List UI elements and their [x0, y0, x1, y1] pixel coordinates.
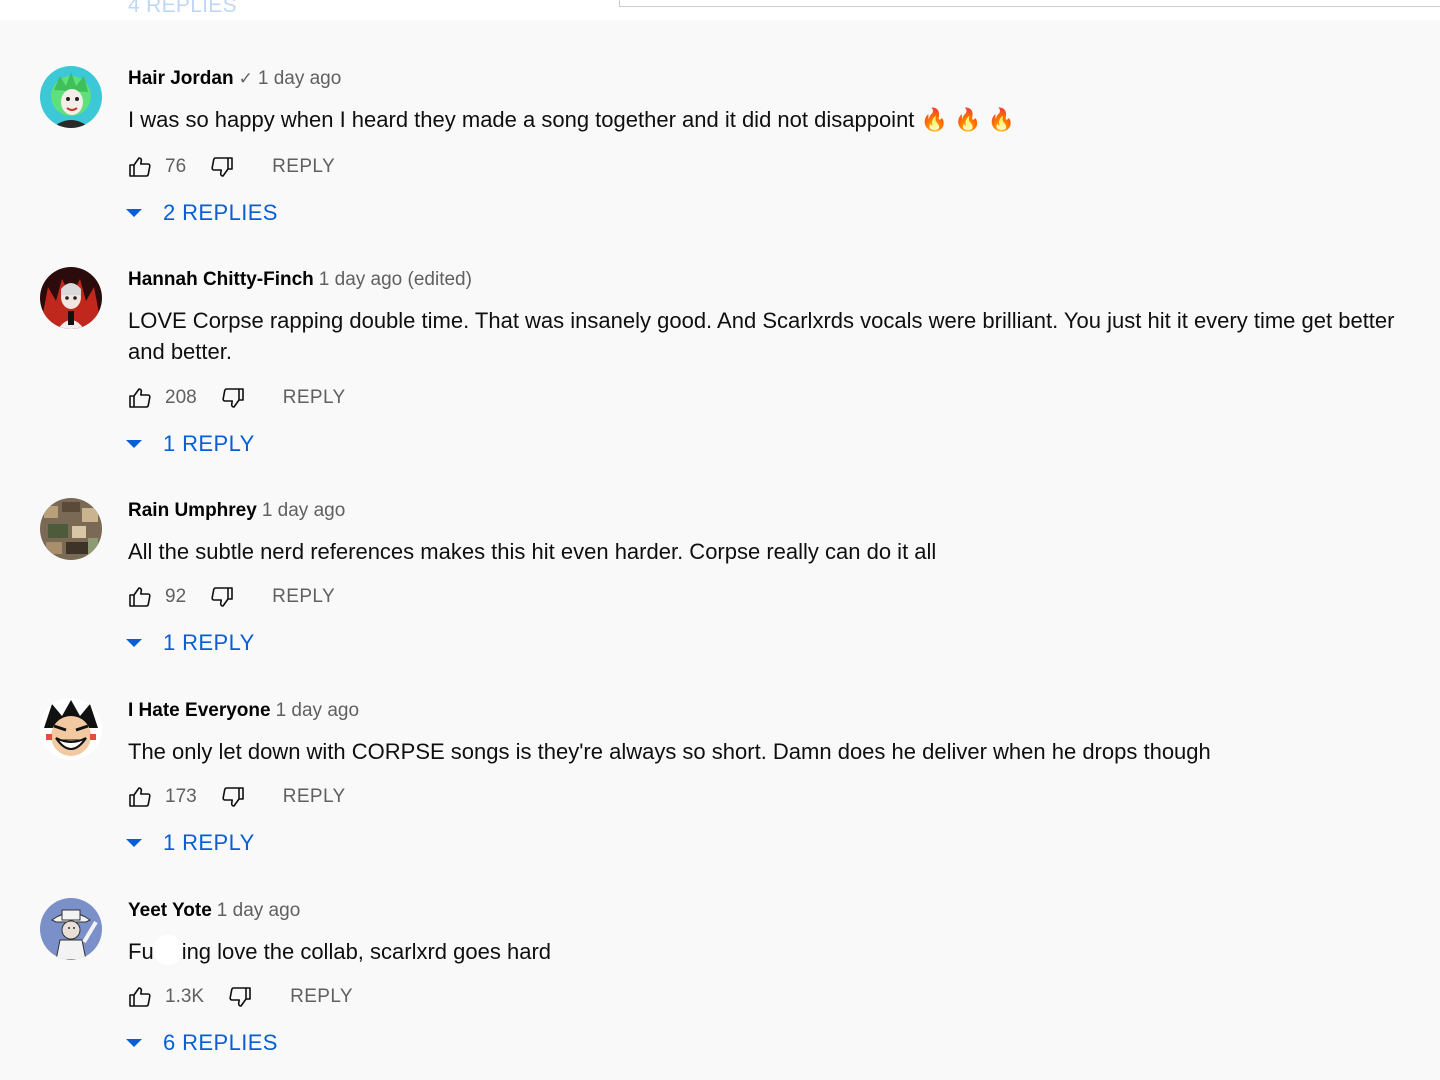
replies-label: 1 REPLY	[163, 630, 255, 655]
reply-button[interactable]: REPLY	[283, 387, 346, 409]
view-replies-button[interactable]: 1 REPLY	[126, 828, 255, 858]
replies-label: 1 REPLY	[163, 830, 255, 855]
thumbs-down-icon[interactable]	[221, 386, 245, 410]
avatar[interactable]	[40, 498, 102, 560]
thumbs-up-icon[interactable]	[128, 785, 152, 809]
replies-label: 2 REPLIES	[163, 200, 278, 225]
thumbs-up-icon[interactable]	[128, 585, 152, 609]
comment-header: Hair Jordan ✓ 1 day ago	[128, 66, 341, 92]
avatar[interactable]	[40, 267, 102, 329]
comment-text: All the subtle nerd references makes thi…	[128, 539, 937, 564]
comment-text: Fu ing love the collab, scarlxrd goes har…	[128, 935, 1428, 967]
caret-down-icon	[126, 1039, 142, 1047]
comment-time[interactable]: 1 day ago	[258, 68, 341, 89]
previous-replies-toggle[interactable]: 4 REPLIES	[128, 0, 237, 18]
thumbs-up-icon[interactable]	[128, 985, 152, 1009]
comment-text: The only let down with CORPSE songs is t…	[128, 739, 1211, 764]
author-name[interactable]: Hair Jordan	[128, 68, 234, 89]
reply-button[interactable]: REPLY	[272, 586, 335, 608]
avatar[interactable]	[40, 698, 102, 760]
comment-actions: 1.3K REPLY	[128, 982, 353, 1012]
comment-header: I Hate Everyone 1 day ago	[128, 698, 359, 724]
avatar-image	[40, 498, 102, 560]
author-name[interactable]: Yeet Yote	[128, 900, 212, 921]
previous-thread-strip: 4 REPLIES	[0, 0, 1440, 20]
like-count: 1.3K	[165, 986, 205, 1007]
view-replies-button[interactable]: 1 REPLY	[126, 628, 255, 658]
comment-time[interactable]: 1 day ago	[276, 700, 359, 721]
author-name[interactable]: Hannah Chitty-Finch	[128, 269, 314, 290]
caret-down-icon	[126, 440, 142, 448]
caret-down-icon	[126, 209, 142, 217]
thumbs-down-icon[interactable]	[221, 785, 245, 809]
thumbs-up-icon[interactable]	[128, 155, 152, 179]
reply-button[interactable]: REPLY	[283, 786, 346, 808]
author-name[interactable]: I Hate Everyone	[128, 700, 271, 721]
avatar-image	[40, 267, 102, 329]
thumbs-down-icon[interactable]	[210, 585, 234, 609]
author-name[interactable]: Rain Umphrey	[128, 500, 257, 521]
comment-time[interactable]: 1 day ago (edited)	[319, 269, 472, 290]
comment-text-start: Fu	[128, 939, 154, 964]
comment-header: Hannah Chitty-Finch 1 day ago (edited)	[128, 267, 472, 293]
censor-mask	[153, 935, 182, 966]
reply-button[interactable]: REPLY	[272, 156, 335, 178]
view-replies-button[interactable]: 6 REPLIES	[126, 1028, 278, 1058]
view-replies-button[interactable]: 1 REPLY	[126, 429, 255, 459]
comment-time[interactable]: 1 day ago	[217, 900, 300, 921]
comment-text: I was so happy when I heard they made a …	[128, 107, 1015, 132]
comment-text-end: ing love the collab, scarlxrd goes hard	[181, 939, 552, 964]
comment-actions: 173 REPLY	[128, 782, 346, 812]
reply-button[interactable]: REPLY	[290, 986, 353, 1008]
like-count: 173	[165, 786, 197, 807]
like-count: 76	[165, 156, 187, 177]
comment-actions: 76 REPLY	[128, 152, 335, 182]
caret-down-icon	[126, 839, 142, 847]
comment-header: Rain Umphrey 1 day ago	[128, 498, 345, 524]
thumbs-down-icon[interactable]	[210, 155, 234, 179]
comment-text: LOVE Corpse rapping double time. That wa…	[128, 308, 1395, 364]
avatar-image	[40, 66, 102, 128]
thumbs-up-icon[interactable]	[128, 386, 152, 410]
thumbs-down-icon[interactable]	[228, 985, 252, 1009]
replies-label: 6 REPLIES	[163, 1030, 278, 1055]
view-replies-button[interactable]: 2 REPLIES	[126, 198, 278, 228]
comment-actions: 208 REPLY	[128, 383, 346, 413]
avatar[interactable]	[40, 66, 102, 128]
avatar[interactable]	[40, 898, 102, 960]
replies-label: 1 REPLY	[163, 431, 255, 456]
avatar-image	[40, 898, 102, 960]
comment-actions: 92 REPLY	[128, 582, 335, 612]
like-count: 92	[165, 586, 187, 607]
checkmark-icon: ✓	[238, 69, 253, 88]
reply-input-edge[interactable]	[619, 0, 1440, 7]
comment-header: Yeet Yote 1 day ago	[128, 898, 300, 924]
avatar-image	[40, 698, 102, 760]
caret-down-icon	[126, 639, 142, 647]
like-count: 208	[165, 387, 197, 408]
comment-time[interactable]: 1 day ago	[262, 500, 345, 521]
